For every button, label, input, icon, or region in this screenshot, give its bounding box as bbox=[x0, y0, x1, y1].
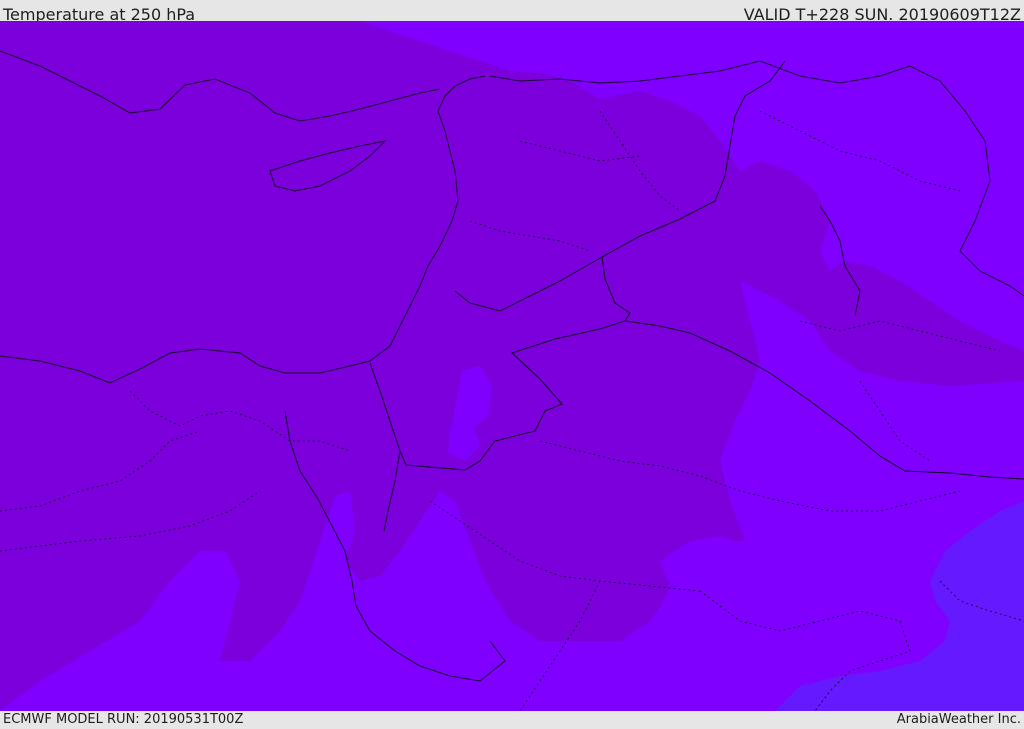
credit-label: ArabiaWeather Inc. bbox=[896, 712, 1021, 727]
footer-bar: ECMWF MODEL RUN: 20190531T00Z ArabiaWeat… bbox=[0, 711, 1024, 729]
map-canvas bbox=[0, 21, 1024, 711]
temperature-map[interactable] bbox=[0, 21, 1024, 711]
header-bar: Temperature at 250 hPa VALID T+228 SUN. … bbox=[0, 0, 1024, 24]
model-run-label: ECMWF MODEL RUN: 20190531T00Z bbox=[3, 712, 244, 727]
